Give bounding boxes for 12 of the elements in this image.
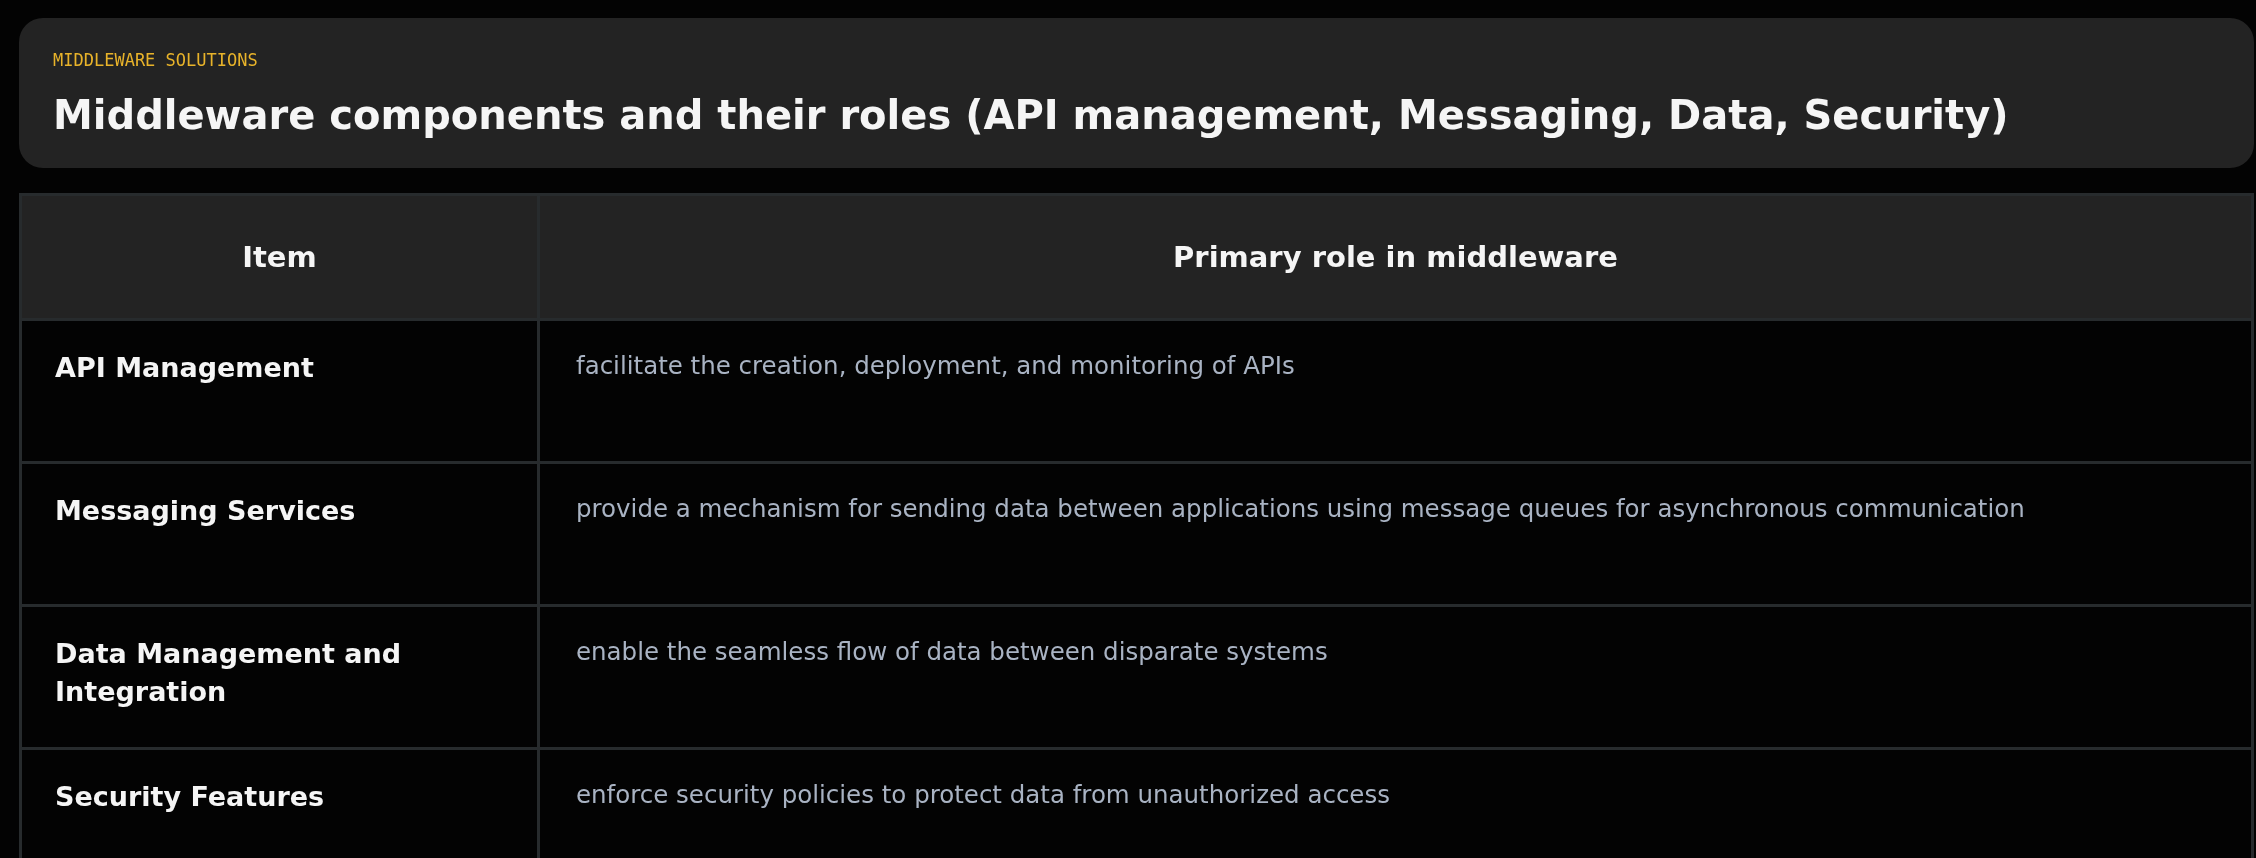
table-cell: enforce security policies to protect data from unauthorized access bbox=[538, 748, 2253, 858]
table-cell: Messaging Services bbox=[20, 462, 539, 606]
table-cell: provide a mechanism for sending data between applications using message queues for asynchronous communication bbox=[538, 462, 2253, 606]
table-cell: Data Management and Integration bbox=[20, 605, 539, 749]
column-header: Item bbox=[20, 194, 539, 320]
page-title: Middleware components and their roles (API management, Messaging, Data, Security) bbox=[53, 92, 2009, 138]
table-cell: Security Features bbox=[20, 748, 539, 858]
table-cell: API Management bbox=[20, 319, 539, 463]
table-cell: enable the seamless flow of data between disparate systems bbox=[538, 605, 2253, 749]
eyebrow-label: MIDDLEWARE SOLUTIONS bbox=[53, 50, 258, 70]
column-header: Primary role in middleware bbox=[538, 194, 2253, 320]
table-cell: facilitate the creation, deployment, and monitoring of APIs bbox=[538, 319, 2253, 463]
